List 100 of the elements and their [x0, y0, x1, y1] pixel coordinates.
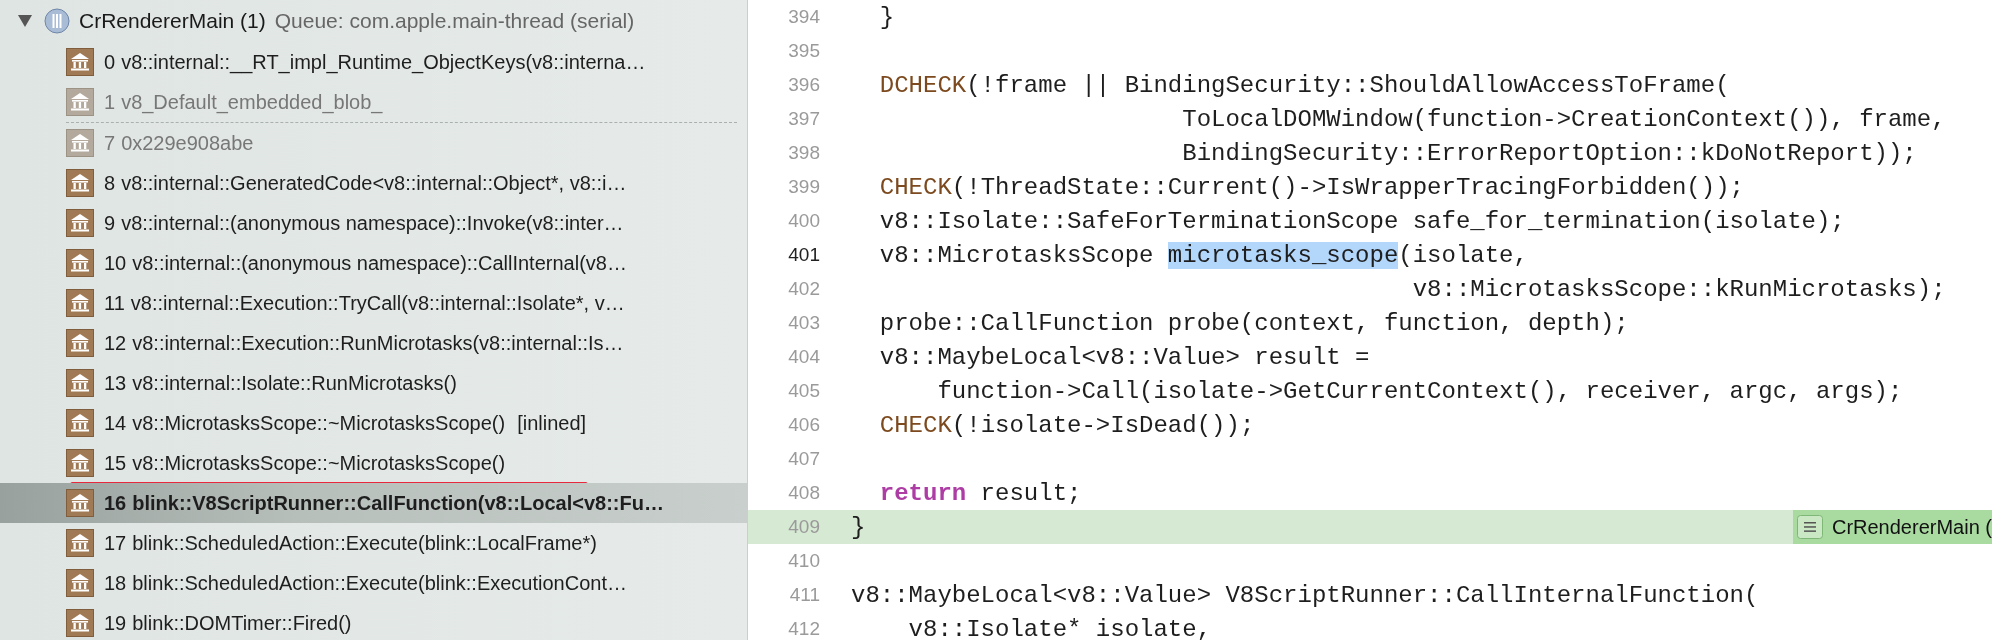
code-text: function->Call(isolate->GetCurrentContext(), receiver, argc, args);	[936, 377, 1903, 405]
stack-frame-icon	[66, 129, 94, 157]
frame-symbol: 0x229e908abe	[121, 131, 254, 155]
stack-frame-row[interactable]: 17 blink::ScheduledAction::Execute(blink::LocalFrame*)	[0, 523, 747, 563]
stack-frame-row[interactable]: 11 v8::internal::Execution::TryCall(v8::internal::Isolate*, v…	[0, 283, 747, 323]
line-number: 399	[787, 176, 820, 198]
frame-symbol: blink::ScheduledAction::Execute(blink::LocalFrame*)	[132, 531, 597, 555]
code-text: }	[851, 513, 866, 541]
stack-frame-icon	[66, 289, 94, 317]
stack-frame-icon	[66, 609, 94, 637]
frame-symbol: blink::DOMTimer::Fired()	[132, 611, 352, 635]
code-text: v8::MaybeLocal<v8::Value> V8ScriptRunner::CallInternalFunction(	[851, 581, 1759, 609]
line-number: 395	[787, 40, 820, 62]
frame-symbol: blink::V8ScriptRunner::CallFunction(v8::Local<v8::Fu…	[132, 491, 664, 515]
frame-symbol: v8::MicrotasksScope::~MicrotasksScope()	[132, 411, 506, 435]
code-text: BindingSecurity::ErrorReportOption::kDoNotReport));	[1181, 139, 1917, 167]
stack-frame-icon	[66, 489, 94, 517]
stack-frame-icon	[66, 169, 94, 197]
frame-symbol: v8::internal::Execution::TryCall(v8::internal::Isolate*, v…	[130, 291, 625, 315]
disclosure-triangle-icon[interactable]	[18, 15, 32, 27]
frame-symbol: v8::internal::(anonymous namespace)::Invoke(v8::inter…	[121, 211, 624, 235]
stack-frame-row[interactable]: 0 v8::internal::__RT_impl_Runtime_ObjectKeys(v8::interna…	[0, 42, 747, 82]
list-icon	[1796, 515, 1823, 539]
stack-frame-row[interactable]: 13 v8::internal::Isolate::RunMicrotasks()	[0, 363, 747, 403]
code-text: v8::MaybeLocal<v8::Value> result =	[878, 343, 1370, 371]
code-text: (!frame || BindingSecurity::ShouldAllowAccessToFrame(	[966, 71, 1730, 99]
stack-frame-row[interactable]: 9 v8::internal::(anonymous namespace)::Invoke(v8::inter…	[0, 203, 747, 243]
frame-number: 11	[104, 291, 125, 315]
thread-icon	[44, 8, 70, 34]
stack-frame-row[interactable]: 7 0x229e908abe	[0, 123, 747, 163]
macro-name: CHECK	[878, 173, 952, 201]
frame-symbol: v8::internal::Isolate::RunMicrotasks()	[132, 371, 457, 395]
line-number: 397	[787, 108, 820, 130]
frame-symbol: v8::internal::__RT_impl_Runtime_ObjectKeys(v8::interna…	[121, 50, 646, 74]
line-number: 402	[787, 278, 820, 300]
frame-number: 0	[104, 50, 116, 74]
line-number: 401	[787, 244, 820, 266]
frame-number: 7	[104, 131, 116, 155]
frame-symbol: v8_Default_embedded_blob_	[121, 90, 383, 114]
code-text: (isolate,	[1398, 241, 1528, 269]
stack-frame-row[interactable]: 10 v8::internal::(anonymous namespace)::CallInternal(v8…	[0, 243, 747, 283]
stack-frame-icon	[66, 88, 94, 116]
line-number: 394	[787, 6, 820, 28]
code-text: v8::MicrotasksScope	[878, 241, 1155, 269]
line-number: 406	[787, 414, 820, 436]
frame-symbol: blink::ScheduledAction::Execute(blink::ExecutionCont…	[132, 571, 627, 595]
frame-number: 17	[104, 531, 127, 555]
code-text: result;	[979, 479, 1082, 507]
stack-frame-row[interactable]: 19 blink::DOMTimer::Fired()	[0, 603, 747, 640]
frame-number: 13	[104, 371, 127, 395]
code-text: (!isolate->IsDead());	[951, 411, 1255, 439]
stack-frame-icon	[66, 249, 94, 277]
stack-frame-icon	[66, 569, 94, 597]
stack-frame-icon	[66, 449, 94, 477]
frame-symbol: v8::internal::GeneratedCode<v8::internal::Object*, v8::i…	[121, 171, 627, 195]
line-number: 409	[787, 516, 820, 538]
line-number: 411	[788, 584, 820, 606]
line-number: 403	[787, 312, 820, 334]
frame-number: 18	[104, 571, 127, 595]
thread-name: CrRendererMain (1)	[79, 9, 266, 33]
line-number: 407	[787, 448, 820, 470]
queue-label: Queue: com.apple.main-thread (serial)	[274, 9, 635, 33]
stack-frame-row[interactable]: 18 blink::ScheduledAction::Execute(blink::ExecutionCont…	[0, 563, 747, 603]
frame-number: 15	[104, 451, 127, 475]
frame-symbol: v8::MicrotasksScope::~MicrotasksScope()	[132, 451, 506, 475]
stack-frame-icon	[66, 329, 94, 357]
frame-number: 19	[104, 611, 127, 635]
stack-frame-icon	[66, 369, 94, 397]
stack-frame-icon	[66, 48, 94, 76]
thread-badge[interactable]: CrRendererMain (	[1792, 510, 1992, 544]
frame-symbol: v8::internal::Execution::RunMicrotasks(v8::internal::Is…	[132, 331, 624, 355]
stack-frame-row[interactable]: 16 blink::V8ScriptRunner::CallFunction(v8::Local<v8::Fu…	[0, 483, 747, 523]
code-text: ToLocalDOMWindow(function->CreationContext()), frame,	[1181, 105, 1946, 133]
code-text: v8::Isolate::SafeForTerminationScope safe_for_termination(isolate);	[878, 207, 1845, 235]
frame-number: 8	[104, 171, 116, 195]
macro-name: CHECK	[878, 411, 952, 439]
frame-number: 14	[104, 411, 127, 435]
line-number: 408	[787, 482, 820, 504]
line-number: 405	[787, 380, 820, 402]
inlined-label: [inlined]	[517, 411, 587, 435]
stack-frame-icon	[66, 529, 94, 557]
frame-symbol: v8::internal::(anonymous namespace)::CallInternal(v8…	[132, 251, 627, 275]
stack-frame-row[interactable]: 8 v8::internal::GeneratedCode<v8::internal::Object*, v8::i…	[0, 163, 747, 203]
frame-number: 10	[104, 251, 127, 275]
frame-number: 16	[104, 491, 127, 515]
code-text: v8::Isolate* isolate,	[907, 615, 1212, 640]
code-text: probe::CallFunction probe(context, function, depth);	[878, 309, 1629, 337]
line-number: 398	[787, 142, 820, 164]
stack-frame-icon	[66, 209, 94, 237]
code-text: (!ThreadState::Current()->IsWrapperTracingForbidden());	[951, 173, 1744, 201]
stack-frame-row[interactable]: 12 v8::internal::Execution::RunMicrotasks(v8::internal::Is…	[0, 323, 747, 363]
line-number: 404	[787, 346, 820, 368]
line-number: 400	[787, 210, 820, 232]
stack-frame-row[interactable]: 1 v8_Default_embedded_blob_	[0, 82, 747, 122]
code-text: v8::MicrotasksScope::kRunMicrotasks);	[1411, 275, 1946, 303]
stack-frame-row[interactable]: 14 v8::MicrotasksScope::~MicrotasksScope() [inlined]	[0, 403, 747, 443]
line-number: 396	[787, 74, 820, 96]
line-number: 410	[787, 550, 820, 572]
frame-number: 12	[104, 331, 127, 355]
stack-frame-icon	[66, 409, 94, 437]
